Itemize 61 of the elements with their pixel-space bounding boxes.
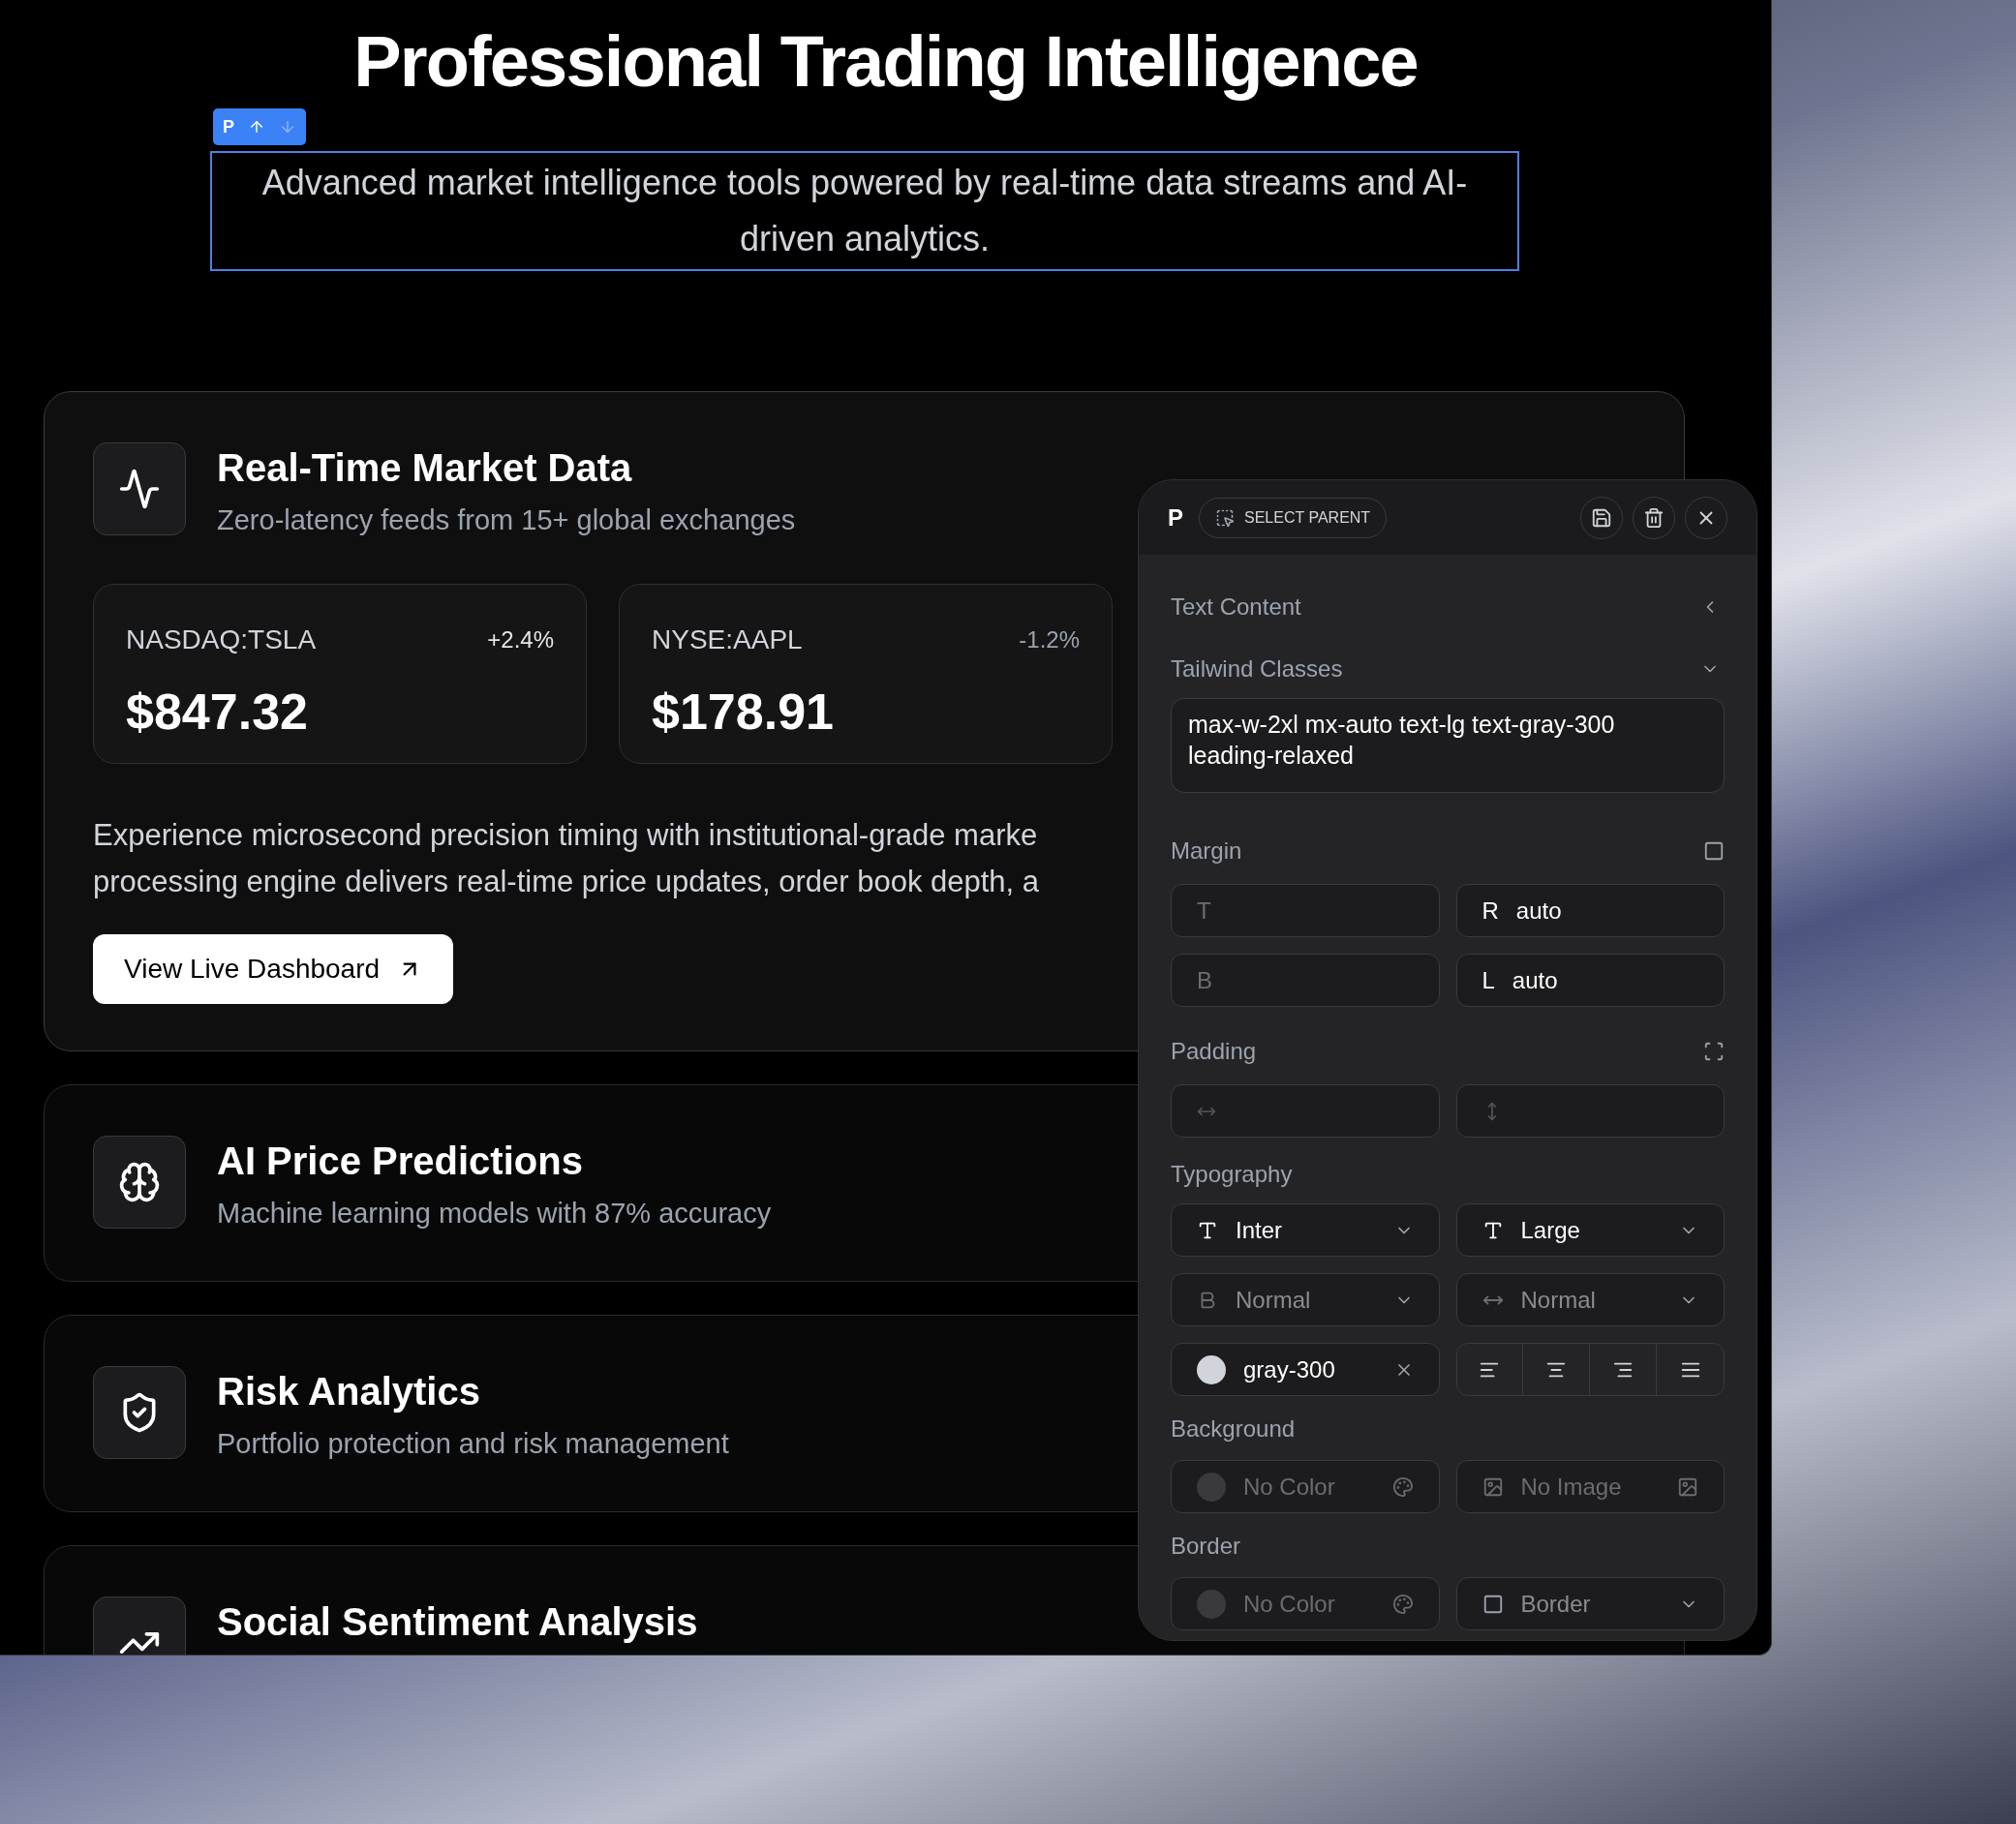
margin-value: auto xyxy=(1515,896,1562,926)
empty-swatch-icon xyxy=(1197,1472,1226,1502)
palette-icon xyxy=(1391,1593,1414,1615)
section-label: Typography xyxy=(1171,1160,1293,1189)
margin-field[interactable]: R auto xyxy=(1455,884,1725,937)
palette-icon xyxy=(1391,1475,1414,1498)
feature-subtitle: Machine learning models with 87% accuracy xyxy=(217,1197,772,1231)
brain-icon xyxy=(118,1161,161,1203)
feature-title: Social Sentiment Analysis xyxy=(217,1599,698,1645)
page-title: Professional Trading Intelligence xyxy=(353,20,1418,104)
typography-select[interactable]: Normal xyxy=(1455,1273,1725,1326)
classes-field[interactable]: max-w-2xl mx-auto text-lg text-gray-300 leading-relaxed xyxy=(1171,698,1725,793)
feature-title: AI Price Predictions xyxy=(217,1139,584,1184)
description-line: Experience microsecond precision timing with institutional-grade marke xyxy=(93,817,1038,854)
padding-field[interactable] xyxy=(1455,1084,1725,1138)
ticker-price: $178.91 xyxy=(652,683,835,742)
expand-icon xyxy=(1703,1041,1725,1062)
square-icon xyxy=(1481,1593,1504,1615)
typography-select[interactable]: Large xyxy=(1455,1203,1725,1257)
pulse-icon xyxy=(118,468,161,510)
image-icon xyxy=(1481,1475,1504,1498)
padding-field[interactable] xyxy=(1171,1084,1440,1138)
description-line: processing engine delivers real-time price updates, order book depth, a xyxy=(93,864,1040,900)
feature-title: Real-Time Market Data xyxy=(217,445,633,491)
feature-subtitle: Zero-latency feeds from 15+ global exchanges xyxy=(217,503,796,537)
feature-title: Risk Analytics xyxy=(217,1369,481,1414)
square-icon xyxy=(1703,840,1725,862)
typography-select[interactable]: Inter xyxy=(1171,1203,1440,1257)
element-tag: P xyxy=(1168,500,1183,535)
section-label: Text Content xyxy=(1171,593,1301,622)
trash-icon xyxy=(1643,506,1665,529)
view-dashboard-button[interactable]: View Live Dashboard xyxy=(93,934,454,1004)
section-label: Tailwind Classes xyxy=(1171,654,1343,684)
color-value: gray-300 xyxy=(1243,1354,1335,1384)
ticker-price: $847.32 xyxy=(126,683,309,742)
typography-select[interactable]: Normal xyxy=(1171,1273,1440,1326)
section-label: Padding xyxy=(1171,1037,1257,1066)
text-color-field[interactable]: gray-300 xyxy=(1171,1343,1440,1396)
side-label: B xyxy=(1197,965,1212,995)
section-label: Margin xyxy=(1171,836,1242,866)
ticker-symbol: NYSE:AAPL xyxy=(652,623,803,656)
empty-swatch-icon xyxy=(1197,1589,1226,1619)
selected-paragraph[interactable]: Advanced market intelligence tools powered by real-time data streams and AI-driven analytics. xyxy=(210,151,1519,271)
pointer-select-icon xyxy=(1215,507,1235,528)
ticker-change: -1.2% xyxy=(1019,625,1080,654)
element-tag: P xyxy=(223,113,234,140)
border-style-select[interactable]: Border xyxy=(1455,1577,1725,1630)
margin-value: auto xyxy=(1512,965,1558,995)
ticker-symbol: NASDAQ:TSLA xyxy=(126,623,317,656)
image-icon xyxy=(1677,1475,1698,1498)
ticker-change: +2.4% xyxy=(487,625,554,654)
section-label: Background xyxy=(1171,1414,1296,1444)
feature-subtitle: Portfolio protection and risk management xyxy=(217,1427,729,1461)
side-label: R xyxy=(1481,896,1499,926)
side-label: L xyxy=(1481,965,1495,995)
save-icon xyxy=(1591,506,1612,529)
side-label: T xyxy=(1197,896,1211,926)
move-up-button[interactable] xyxy=(248,118,265,136)
section-label: Border xyxy=(1171,1532,1241,1561)
arrow-down-icon xyxy=(279,118,296,136)
margin-field[interactable]: L auto xyxy=(1455,954,1725,1007)
